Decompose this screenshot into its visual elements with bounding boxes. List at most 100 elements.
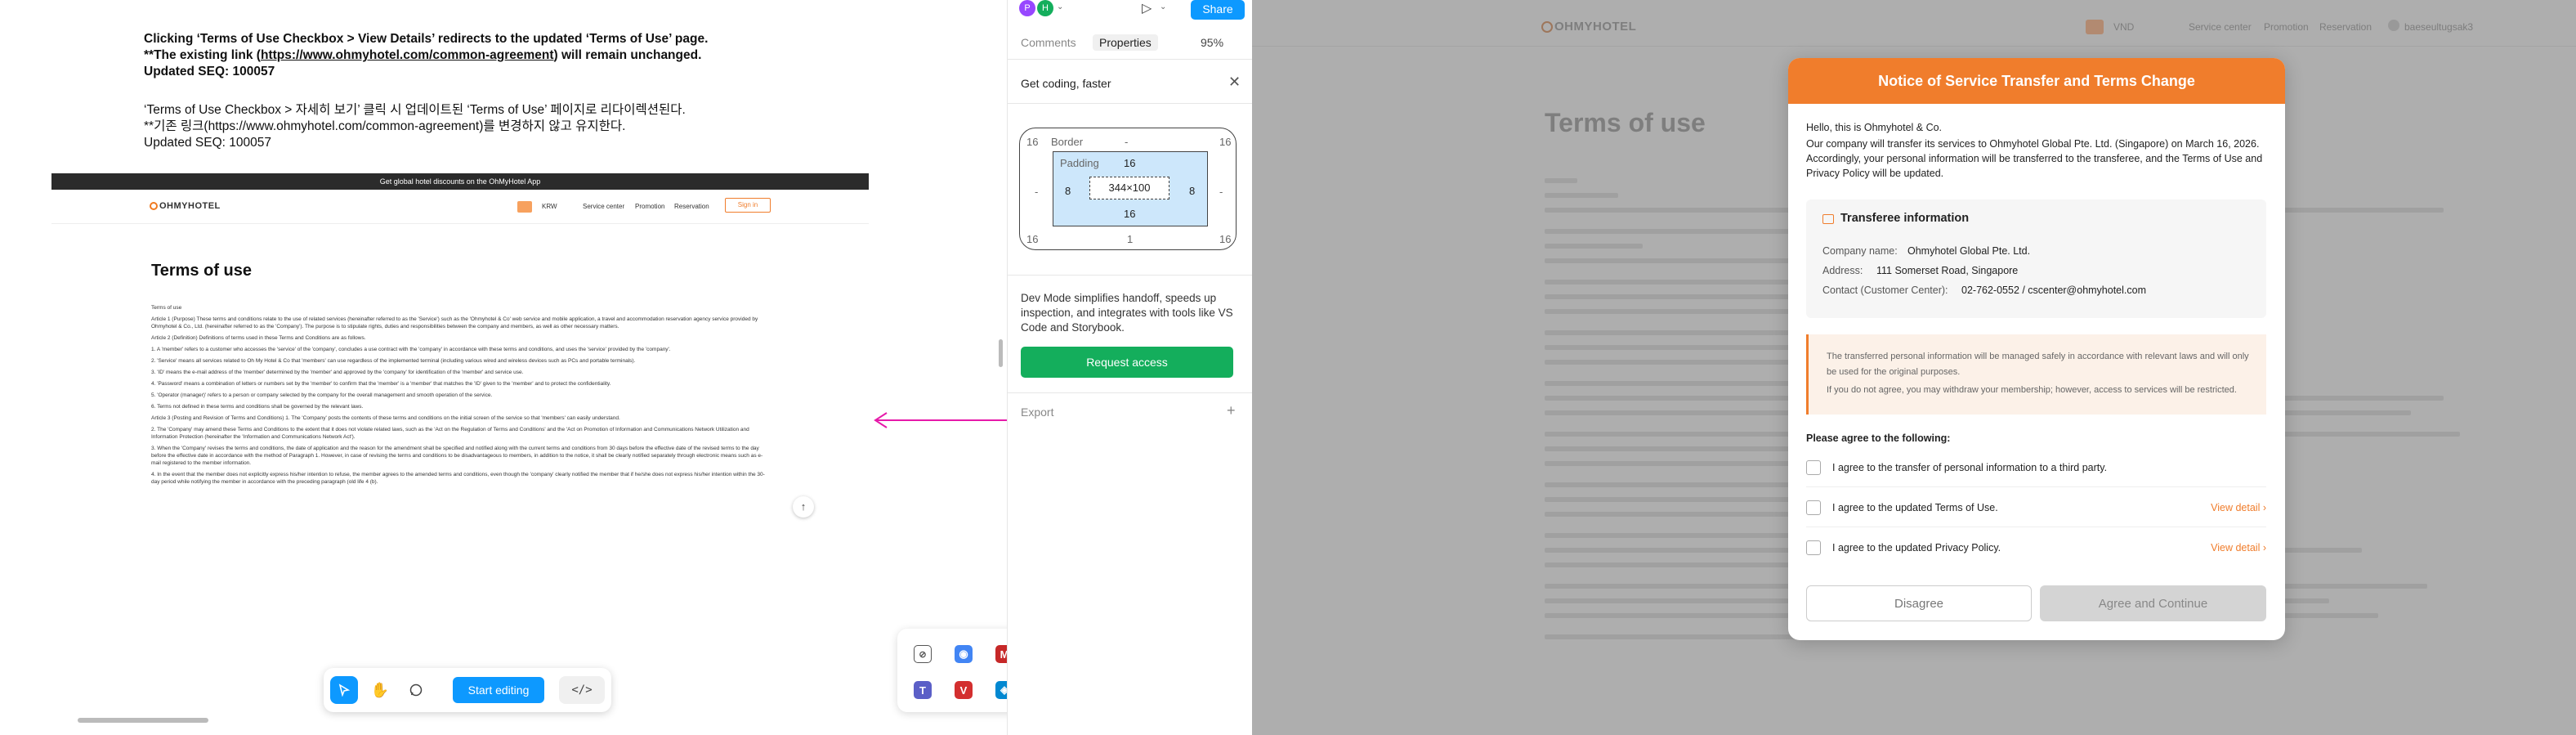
margin-top-right: 16 <box>1219 136 1232 148</box>
chrome-icon[interactable]: ◉ <box>955 645 973 663</box>
disagree-button[interactable]: Disagree <box>1806 585 2032 621</box>
shot-para: 1. A 'member' refers to a customer who a… <box>151 347 671 352</box>
shot-sub: Terms of use <box>151 305 182 311</box>
agree-label: I agree to the transfer of personal info… <box>1832 461 2108 473</box>
share-button[interactable]: Share <box>1191 0 1245 20</box>
avatar[interactable]: H <box>1037 0 1053 16</box>
shot-para: 5. 'Operator (manager)' refers to a pers… <box>151 392 493 398</box>
eye-off-icon[interactable]: ⊘ <box>914 645 932 663</box>
horizontal-scrollbar[interactable] <box>78 718 208 723</box>
connector-arrow <box>874 412 1008 428</box>
bottom-toolbar: ✋ Start editing </> <box>324 668 611 712</box>
address-value: 111 Somerset Road, Singapore <box>1876 265 2019 276</box>
margin-top-left: 16 <box>1026 136 1039 148</box>
checkbox[interactable] <box>1806 459 1821 475</box>
shot-para: 4. 'Password' means a combination of let… <box>151 381 611 387</box>
present-play-icon[interactable]: ▷ <box>1142 0 1152 16</box>
note-ko-line3: Updated SEQ: 100057 <box>144 136 271 150</box>
nav-service-center[interactable]: Service center <box>583 203 624 210</box>
close-icon[interactable]: ✕ <box>1228 74 1241 91</box>
agree-heading: Please agree to the following: <box>1806 432 1951 444</box>
currency-flag-icon <box>517 201 532 213</box>
padding-box: Padding 16 8 8 344×100 16 <box>1053 151 1208 226</box>
checkbox[interactable] <box>1806 500 1821 515</box>
signin-button[interactable]: Sign in <box>725 198 771 213</box>
transferee-title: Transferee information <box>1840 212 1970 225</box>
shot-para: 3. When the 'Company' revises the terms … <box>151 446 763 466</box>
shot-body: Terms of use Article 1 (Purpose) These t… <box>151 304 768 490</box>
padding-right[interactable]: 8 <box>1189 185 1195 197</box>
move-tool-icon[interactable] <box>330 676 358 704</box>
add-export-icon[interactable]: + <box>1227 402 1236 419</box>
vertical-scrollbar[interactable] <box>999 339 1003 367</box>
nav-promotion[interactable]: Promotion <box>635 203 664 210</box>
dev-mode-toggle-icon[interactable]: </> <box>559 676 605 704</box>
tab-properties[interactable]: Properties <box>1093 34 1158 51</box>
terms-page-screenshot[interactable]: Get global hotel discounts on the OhMyHo… <box>51 173 869 595</box>
margin-bottom-left: 16 <box>1026 233 1039 245</box>
side-left: - <box>1035 186 1039 198</box>
company-value: Ohmyhotel Global Pte. Ltd. <box>1907 245 2031 257</box>
modal-title: Notice of Service Transfer and Terms Cha… <box>1788 58 2285 104</box>
note-ko-line1: ‘Terms of Use Checkbox > 자세히 보기’ 클릭 시 업데… <box>144 103 686 117</box>
note-en-line3: Updated SEQ: 100057 <box>144 65 275 78</box>
padding-top[interactable]: 16 <box>1124 157 1135 169</box>
shot-para: Article 3 (Posting and Revision of Terms… <box>151 415 620 421</box>
border-value: - <box>1125 136 1129 148</box>
contact-label: Contact (Customer Center): <box>1822 285 1948 296</box>
note-link[interactable]: https://www.ohmyhotel.com/common-agreeme… <box>261 48 554 62</box>
view-detail-link[interactable]: View detail › <box>2211 502 2266 513</box>
properties-panel: P H ⌄ ▷ ⌄ Share Comments Properties 95% … <box>1007 0 1253 735</box>
avatar[interactable]: P <box>1019 0 1035 16</box>
margin-bottom: 1 <box>1127 233 1134 245</box>
annotation-en: Clicking ‘Terms of Use Checkbox > View D… <box>144 31 708 80</box>
note-en-line2-suffix: ) will remain unchanged. <box>553 48 702 62</box>
note-en-line2-prefix: **The existing link ( <box>144 48 261 62</box>
agree-row-third-party[interactable]: I agree to the transfer of personal info… <box>1806 448 2266 487</box>
v3-icon[interactable]: V <box>955 681 973 699</box>
agree-row-terms[interactable]: I agree to the updated Terms of Use. Vie… <box>1806 488 2266 527</box>
box-model: 16 Border - 16 - - Padding 16 8 8 344×10… <box>1019 128 1237 250</box>
shot-para: 6. Terms not defined in these terms and … <box>151 404 364 410</box>
hand-tool-icon[interactable]: ✋ <box>366 676 394 704</box>
shot-title: Terms of use <box>151 262 252 280</box>
shot-para: Article 2 (Definition) Definitions of te… <box>151 335 366 341</box>
border-label: Border <box>1051 136 1084 148</box>
shot-para: 4. In the event that the member does not… <box>151 472 765 485</box>
chevron-down-icon[interactable]: ⌄ <box>1057 2 1063 11</box>
comment-tool-icon[interactable] <box>402 676 430 704</box>
agree-label: I agree to the updated Terms of Use. <box>1832 501 1998 513</box>
request-access-button[interactable]: Request access <box>1021 347 1233 378</box>
start-editing-button[interactable]: Start editing <box>453 677 544 703</box>
checkbox[interactable] <box>1806 540 1821 555</box>
contact-value: 02-762-0552 / cscenter@ohmyhotel.com <box>1961 285 2147 296</box>
tab-comments[interactable]: Comments <box>1021 36 1076 49</box>
content-size: 344×100 <box>1089 177 1169 199</box>
notice-box: The transferred personal information wil… <box>1806 334 2266 415</box>
export-label: Export <box>1021 406 1054 419</box>
padding-bottom[interactable]: 16 <box>1124 208 1135 220</box>
padding-left[interactable]: 8 <box>1065 185 1071 197</box>
notice-text-2: If you do not agree, you may withdraw yo… <box>1827 385 2237 395</box>
view-detail-link[interactable]: View detail › <box>2211 542 2266 553</box>
nav-reservation[interactable]: Reservation <box>674 203 709 210</box>
scroll-top-button[interactable]: ↑ <box>793 496 814 518</box>
note-ko-line2: **기존 링크(https://www.ohmyhotel.com/common… <box>144 119 626 133</box>
side-right: - <box>1219 186 1223 198</box>
currency[interactable]: KRW <box>542 203 557 210</box>
agree-continue-button[interactable]: Agree and Continue <box>2040 585 2266 621</box>
devmode-text: Dev Mode simplifies handoff, speeds up i… <box>1021 292 1233 334</box>
company-label: Company name: <box>1822 245 1898 257</box>
transferee-box: Transferee information Company name: Ohm… <box>1806 199 2266 318</box>
modal-intro: Our company will transfer its services t… <box>1806 138 2263 179</box>
padding-label: Padding <box>1060 157 1099 169</box>
modal-greeting: Hello, this is Ohmyhotel & Co. <box>1806 122 1943 133</box>
transfer-notice-modal: Notice of Service Transfer and Terms Cha… <box>1788 58 2285 640</box>
chevron-down-icon[interactable]: ⌄ <box>1160 2 1166 11</box>
agree-row-privacy[interactable]: I agree to the updated Privacy Policy. V… <box>1806 528 2266 567</box>
teams-icon[interactable]: T <box>914 681 932 699</box>
shot-para: 3. 'ID' means the e-mail address of the … <box>151 370 524 375</box>
zoom-level[interactable]: 95% <box>1201 36 1223 49</box>
note-en-line1: Clicking ‘Terms of Use Checkbox > View D… <box>144 32 709 46</box>
banner-title: Get coding, faster <box>1021 77 1111 90</box>
